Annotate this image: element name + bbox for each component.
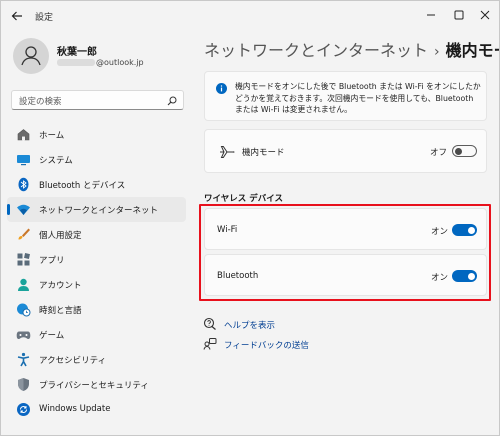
title-bar: 設定 <box>1 1 499 31</box>
red-highlight-box <box>199 204 491 301</box>
airplane-mode-setting: 機内モード オフ <box>204 129 487 173</box>
sidebar-item-accessibility[interactable]: アクセシビリティ <box>7 347 186 372</box>
avatar[interactable] <box>13 38 49 74</box>
sidebar-item-label: ネットワークとインターネット <box>39 206 159 216</box>
apps-icon <box>17 253 30 266</box>
app-title: 設定 <box>35 13 54 23</box>
brush-icon <box>18 228 30 240</box>
sidebar-item-windows-update[interactable]: Windows Update <box>7 397 186 422</box>
minimize-icon[interactable] <box>421 6 441 24</box>
user-email: @outlook.jp <box>57 58 144 67</box>
feedback-link-label: フィードバックの送信 <box>224 341 309 351</box>
sidebar-item-label: 個人用設定 <box>39 231 82 241</box>
monitor-icon <box>17 155 30 166</box>
info-message: 機内モードをオンにした後で Bluetooth または Wi-Fi をオンにした… <box>235 82 481 114</box>
shield-icon <box>18 378 29 391</box>
sidebar-item-label: Bluetooth とデバイス <box>39 181 126 191</box>
airplane-mode-label: 機内モード <box>242 148 285 158</box>
bluetooth-icon <box>18 177 29 192</box>
update-icon <box>17 403 30 416</box>
person-icon <box>21 46 41 66</box>
airplane-icon <box>220 146 235 158</box>
sidebar-item-label: プライバシーとセキュリティ <box>39 381 149 391</box>
sidebar-item-network[interactable]: ネットワークとインターネット <box>7 197 186 222</box>
wifi-icon <box>17 204 30 215</box>
sidebar-item-label: アカウント <box>39 281 82 291</box>
help-icon <box>203 317 216 330</box>
settings-window: 設定 秋葉一郎 @outlook.jp 設定の検索 ホーム システム Bluet… <box>0 0 500 436</box>
close-icon[interactable] <box>475 6 495 24</box>
user-name: 秋葉一郎 <box>57 47 97 58</box>
search-icon[interactable] <box>167 96 177 106</box>
sidebar-item-system[interactable]: システム <box>7 147 186 172</box>
breadcrumb: ネットワークとインターネット › 機内モード <box>204 37 499 61</box>
airplane-mode-toggle[interactable] <box>452 145 477 157</box>
maximize-icon[interactable] <box>449 6 469 24</box>
sidebar-item-privacy[interactable]: プライバシーとセキュリティ <box>7 372 186 397</box>
breadcrumb-separator: › <box>434 44 440 60</box>
account-icon <box>18 278 29 291</box>
airplane-mode-state: オフ <box>430 148 448 158</box>
info-card: 機内モードをオンにした後で Bluetooth または Wi-Fi をオンにした… <box>204 71 487 121</box>
search-input[interactable]: 設定の検索 <box>11 90 184 110</box>
sidebar-item-label: アクセシビリティ <box>39 356 107 366</box>
home-icon <box>17 129 30 141</box>
wireless-devices-heading: ワイヤレス デバイス <box>204 194 283 204</box>
sidebar-item-gaming[interactable]: ゲーム <box>7 322 186 347</box>
sidebar-item-label: ゲーム <box>39 331 65 341</box>
redacted-email-mask <box>57 59 95 66</box>
sidebar-item-apps[interactable]: アプリ <box>7 247 186 272</box>
sidebar-item-label: アプリ <box>39 256 65 266</box>
sidebar-nav: ホーム システム Bluetooth とデバイス ネットワークとインターネット <box>7 122 187 422</box>
search-placeholder: 設定の検索 <box>19 97 62 107</box>
toggle-knob <box>455 147 462 155</box>
sidebar-item-accounts[interactable]: アカウント <box>7 272 186 297</box>
sidebar-item-bluetooth[interactable]: Bluetooth とデバイス <box>7 172 186 197</box>
sidebar-item-label: Windows Update <box>39 404 111 414</box>
sidebar-item-label: システム <box>39 156 73 166</box>
sidebar-item-time-language[interactable]: 時刻と言語 <box>7 297 186 322</box>
sidebar-item-label: ホーム <box>39 131 65 141</box>
breadcrumb-parent-link[interactable]: ネットワークとインターネット <box>204 41 428 60</box>
sidebar-item-label: 時刻と言語 <box>39 306 82 316</box>
page-title: 機内モード <box>445 41 499 60</box>
sidebar-item-home[interactable]: ホーム <box>7 122 186 147</box>
gamepad-icon <box>16 331 31 339</box>
user-email-domain: @outlook.jp <box>96 58 144 67</box>
feedback-icon <box>203 338 217 350</box>
help-link-label: ヘルプを表示 <box>224 321 276 331</box>
sidebar-item-personalization[interactable]: 個人用設定 <box>7 222 186 247</box>
accessibility-icon <box>17 352 30 367</box>
info-icon <box>216 83 227 94</box>
clock-globe-icon <box>17 303 31 317</box>
back-arrow-icon[interactable] <box>9 8 25 24</box>
